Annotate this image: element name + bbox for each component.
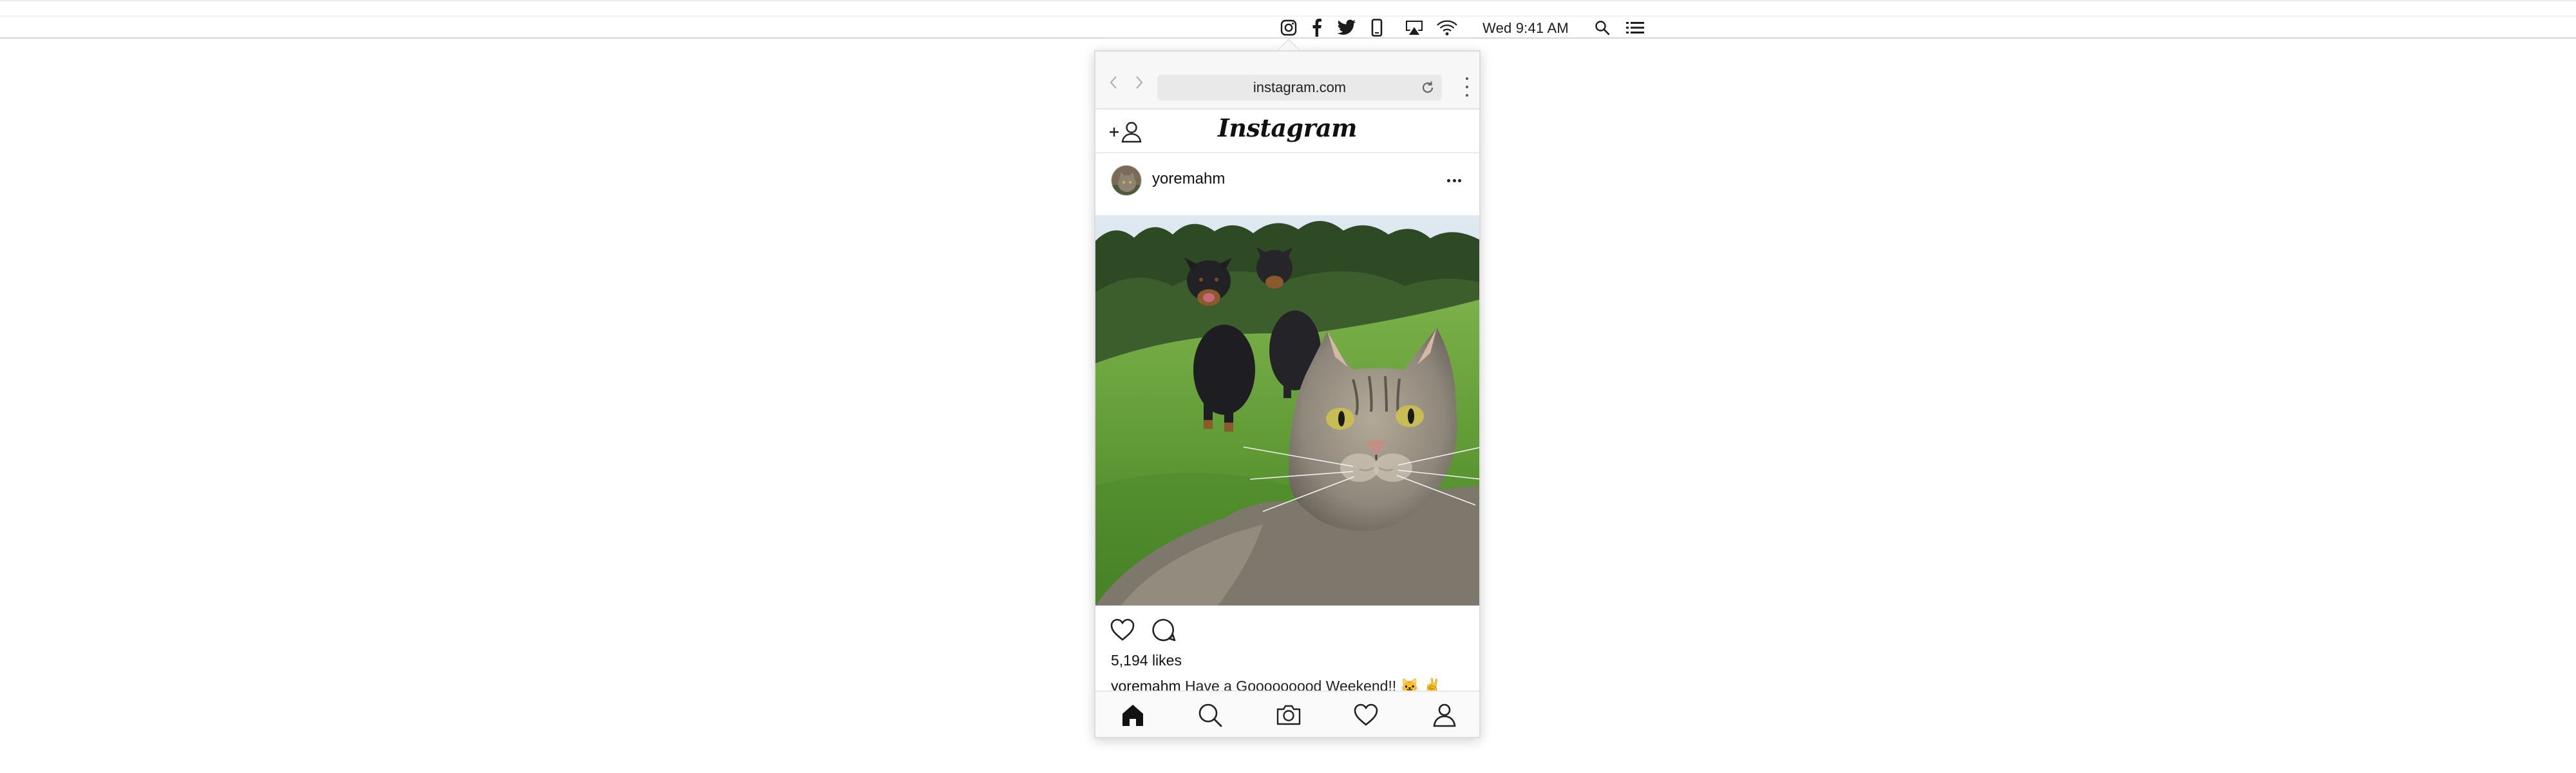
url-field[interactable]: instagram.com [1157,75,1442,100]
url-text: instagram.com [1253,79,1347,95]
forward-icon[interactable] [1132,75,1147,90]
more-menu-icon[interactable] [1464,77,1470,97]
airplay-icon[interactable] [1404,18,1425,37]
phone-icon[interactable] [1369,18,1385,37]
search-icon[interactable] [1594,18,1611,37]
menubar-clock[interactable]: Wed 9:41 AM [1482,17,1569,40]
reload-icon[interactable] [1420,80,1435,95]
home-icon[interactable] [1119,701,1147,729]
back-icon[interactable] [1106,75,1121,90]
instagram-icon[interactable] [1278,18,1299,37]
activity-heart-icon[interactable] [1352,701,1380,729]
instagram-logo[interactable]: Instagram [1095,113,1479,142]
post-photo[interactable] [1095,215,1479,606]
post-header: yoremahm [1095,155,1479,215]
bottom-tab-bar [1095,691,1479,737]
profile-icon[interactable] [1430,701,1459,729]
comment-icon[interactable] [1151,617,1177,643]
like-heart-icon[interactable] [1110,617,1135,643]
wifi-icon[interactable] [1435,18,1459,37]
explore-search-icon[interactable] [1196,701,1224,729]
browser-toolbar: instagram.com [1095,52,1479,110]
instagram-popover: instagram.com Instagram yoremahm 5,194 l… [1094,50,1481,738]
avatar[interactable] [1111,165,1142,196]
post-username[interactable]: yoremahm [1152,170,1225,188]
facebook-icon[interactable] [1309,18,1325,37]
post-options-icon[interactable] [1447,179,1461,183]
popover-caret [1278,40,1299,50]
twitter-icon[interactable] [1336,18,1358,37]
camera-icon[interactable] [1274,701,1303,729]
list-icon[interactable] [1625,18,1645,37]
likes-count[interactable]: 5,194 likes [1111,652,1182,669]
instagram-header: Instagram [1095,110,1479,153]
menu-bar: Wed 9:41 AM [0,0,2576,39]
